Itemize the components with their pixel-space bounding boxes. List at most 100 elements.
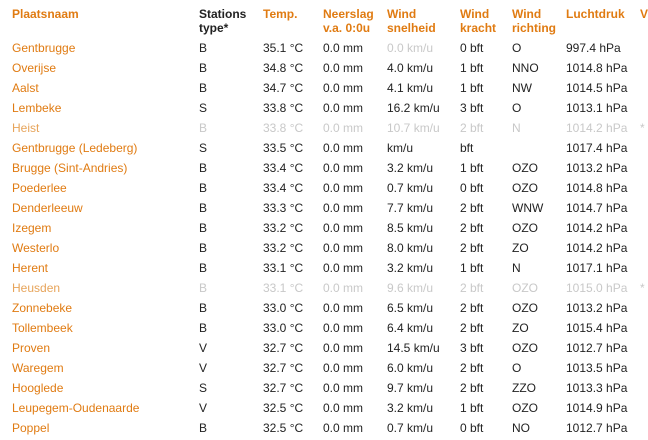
column-header-station-type: Stations type* <box>199 0 263 38</box>
location-link[interactable]: Proven <box>12 341 50 355</box>
cell-wind-speed: 8.0 km/u <box>387 241 434 255</box>
column-header-wind-speed[interactable]: Wind snelheid <box>387 0 460 38</box>
column-header-rain[interactable]: Neerslag v.a. 0:0u <box>323 0 387 38</box>
column-header-pressure[interactable]: Luchtdruk <box>566 0 640 38</box>
cell-wind-speed: 0.0 km/u <box>387 41 434 55</box>
cell-visibility <box>640 158 648 178</box>
cell-rain: 0.0 mm <box>323 361 364 375</box>
column-header-location-label: Plaatsnaam <box>12 7 79 21</box>
table-row: Gentbrugge B 35.1 °C 0.0 mm 0.0 km/u 0 bft O 99… <box>0 38 648 58</box>
column-header-wind-force-line2: kracht <box>460 21 497 35</box>
table-header-row: Plaatsnaam Stations type* Temp. Neerslag v… <box>0 0 648 38</box>
cell-rain: 0.0 mm <box>323 401 364 415</box>
cell-station-type: V <box>199 361 208 375</box>
cell-visibility <box>640 358 648 378</box>
column-header-station-type-line2: type* <box>199 21 229 35</box>
cell-temperature: 34.8 °C <box>263 61 304 75</box>
cell-station-type: B <box>199 41 208 55</box>
location-link[interactable]: Waregem <box>12 361 64 375</box>
cell-location: Leupegem-Oudenaarde <box>0 398 199 418</box>
location-link[interactable]: Westerlo <box>12 241 59 255</box>
column-header-pressure-label: Luchtdruk <box>566 7 625 21</box>
location-link[interactable]: Zonnebeke <box>12 301 72 315</box>
cell-location: Lembeke <box>0 98 199 118</box>
cell-rain: 0.0 mm <box>323 281 364 295</box>
cell-station-type: S <box>199 101 208 115</box>
location-link[interactable]: Heist <box>12 121 39 135</box>
weather-table-container: Plaatsnaam Stations type* Temp. Neerslag v… <box>0 0 648 440</box>
cell-location: Waregem <box>0 358 199 378</box>
cell-location: Aalst <box>0 78 199 98</box>
cell-visibility <box>640 238 648 258</box>
table-row: Westerlo B 33.2 °C 0.0 mm 8.0 km/u 2 bft ZO 101… <box>0 238 648 258</box>
cell-rain: 0.0 mm <box>323 141 364 155</box>
cell-wind-force: 2 bft <box>460 381 484 395</box>
cell-temperature: 35.1 °C <box>263 41 304 55</box>
cell-location: Tollembeek <box>0 318 199 338</box>
location-link[interactable]: Poppel <box>12 421 49 435</box>
cell-station-type: B <box>199 181 208 195</box>
cell-temperature: 32.7 °C <box>263 381 304 395</box>
location-link[interactable]: Hooglede <box>12 381 63 395</box>
cell-wind-force: 2 bft <box>460 241 484 255</box>
cell-wind-direction: OZO <box>512 301 538 315</box>
location-link[interactable]: Izegem <box>12 221 51 235</box>
cell-wind-direction: NNO <box>512 61 539 75</box>
location-link[interactable]: Lembeke <box>12 101 61 115</box>
cell-wind-direction: OZO <box>512 221 538 235</box>
cell-wind-direction: OZO <box>512 161 538 175</box>
cell-wind-direction: WNW <box>512 201 544 215</box>
cell-temperature: 33.2 °C <box>263 241 304 255</box>
location-link[interactable]: Leupegem-Oudenaarde <box>12 401 139 415</box>
cell-temperature: 33.5 °C <box>263 141 304 155</box>
location-link[interactable]: Overijse <box>12 61 56 75</box>
cell-visibility <box>640 58 648 78</box>
column-header-rain-line2: v.a. 0:0u <box>323 21 371 35</box>
location-link[interactable]: Gentbrugge <box>12 41 75 55</box>
cell-wind-force: bft <box>460 141 474 155</box>
location-link[interactable]: Gentbrugge (Ledeberg) <box>12 141 137 155</box>
cell-wind-direction: ZZO <box>512 381 536 395</box>
cell-wind-speed: 3.2 km/u <box>387 161 434 175</box>
column-header-wind-force[interactable]: Wind kracht <box>460 0 512 38</box>
cell-location: Gentbrugge (Ledeberg) <box>0 138 199 158</box>
cell-location: Proven <box>0 338 199 358</box>
cell-pressure: 1014.2 hPa <box>566 121 628 135</box>
table-body: Gentbrugge B 35.1 °C 0.0 mm 0.0 km/u 0 bft O 99… <box>0 38 648 438</box>
weather-stations-table: Plaatsnaam Stations type* Temp. Neerslag v… <box>0 0 648 438</box>
cell-wind-speed: 16.2 km/u <box>387 101 440 115</box>
column-header-wind-speed-line1: Wind <box>387 7 417 21</box>
cell-wind-speed: 10.7 km/u <box>387 121 440 135</box>
column-header-wind-speed-line2: snelheid <box>387 21 436 35</box>
cell-rain: 0.0 mm <box>323 421 364 435</box>
table-row: Heusden B 33.1 °C 0.0 mm 9.6 km/u 2 bft OZO 101… <box>0 278 648 298</box>
cell-wind-speed: 9.6 km/u <box>387 281 434 295</box>
cell-station-type: B <box>199 301 208 315</box>
cell-rain: 0.0 mm <box>323 381 364 395</box>
column-header-temperature[interactable]: Temp. <box>263 0 323 38</box>
location-link[interactable]: Brugge (Sint-Andries) <box>12 161 127 175</box>
cell-pressure: 1013.5 hPa <box>566 361 628 375</box>
cell-pressure: 1014.8 hPa <box>566 61 628 75</box>
column-header-visibility[interactable]: V <box>640 0 648 38</box>
location-link[interactable]: Tollembeek <box>12 321 73 335</box>
cell-pressure: 1013.2 hPa <box>566 301 628 315</box>
cell-pressure: 1017.1 hPa <box>566 261 628 275</box>
table-row: Denderleeuw B 33.3 °C 0.0 mm 7.7 km/u 2 bft WN… <box>0 198 648 218</box>
cell-wind-direction: ZO <box>512 321 529 335</box>
cell-visibility <box>640 78 648 98</box>
cell-temperature: 32.5 °C <box>263 401 304 415</box>
cell-wind-force: 0 bft <box>460 41 484 55</box>
location-link[interactable]: Herent <box>12 261 48 275</box>
cell-rain: 0.0 mm <box>323 341 364 355</box>
cell-location: Heist <box>0 118 199 138</box>
location-link[interactable]: Aalst <box>12 81 39 95</box>
cell-temperature: 33.2 °C <box>263 221 304 235</box>
location-link[interactable]: Heusden <box>12 281 60 295</box>
location-link[interactable]: Poederlee <box>12 181 67 195</box>
location-link[interactable]: Denderleeuw <box>12 201 83 215</box>
cell-station-type: B <box>199 261 208 275</box>
column-header-wind-direction[interactable]: Wind richting <box>512 0 566 38</box>
column-header-location[interactable]: Plaatsnaam <box>0 0 199 38</box>
cell-wind-speed: 6.5 km/u <box>387 301 434 315</box>
